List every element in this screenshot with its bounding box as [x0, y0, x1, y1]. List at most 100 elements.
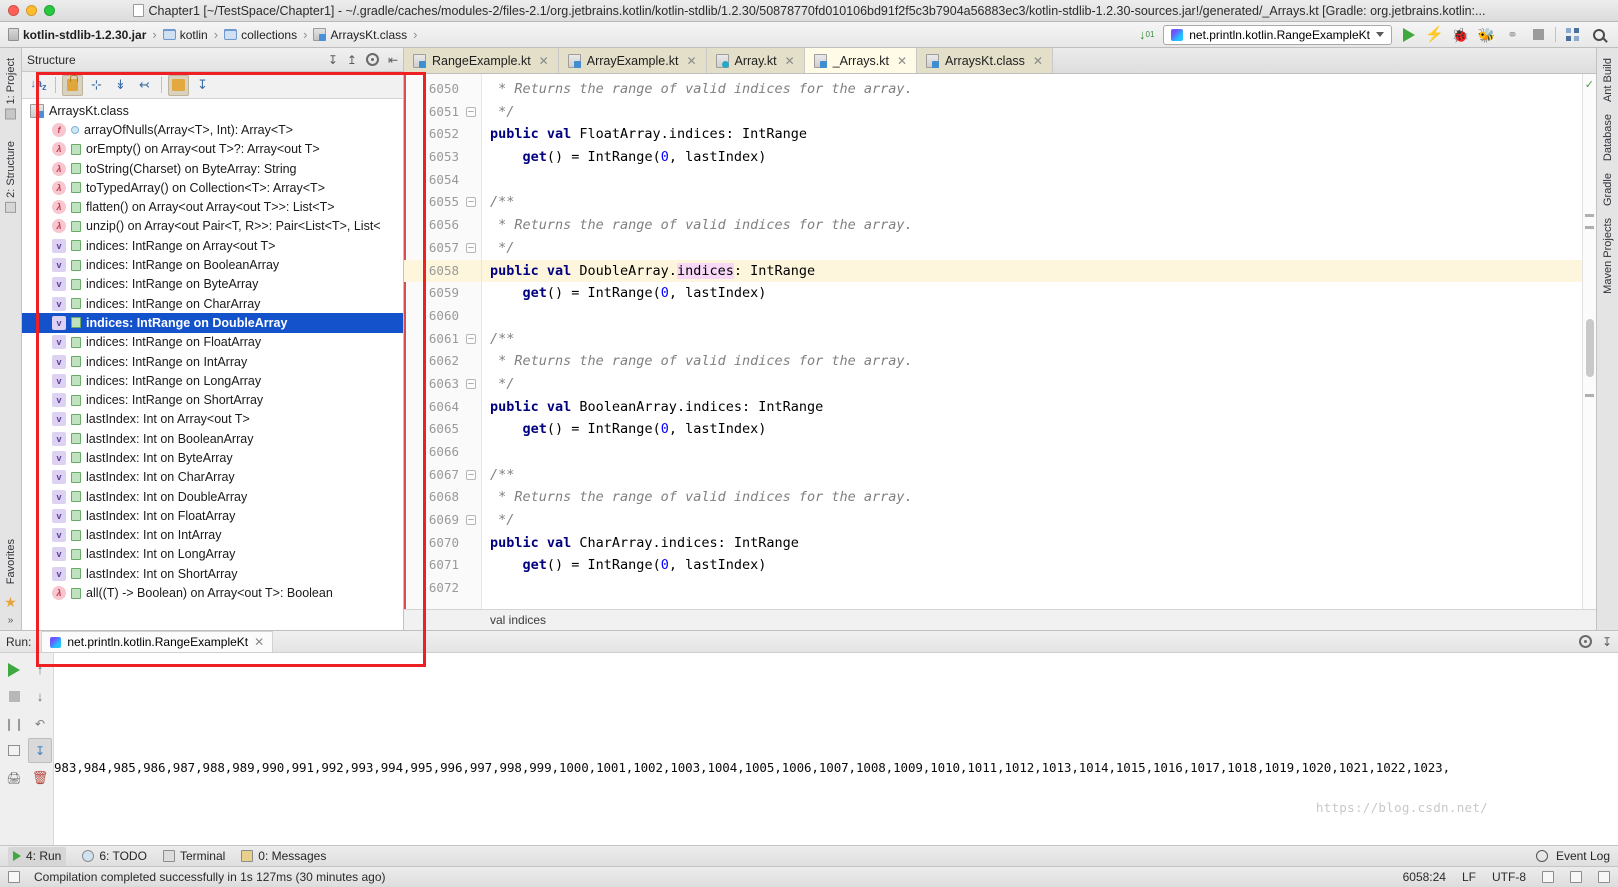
breadcrumb-item-class[interactable]: ArraysKt.class: [311, 28, 409, 42]
editor-scrollbar-thumb[interactable]: [1586, 319, 1594, 377]
structure-tree-item[interactable]: v indices: IntRange on FloatArray: [22, 333, 403, 352]
structure-tree-item[interactable]: λ all((T) -> Boolean) on Array<out T>: Bo…: [22, 583, 403, 602]
line-number[interactable]: 6054: [404, 169, 481, 192]
structure-tree-item[interactable]: λ orEmpty() on Array<out T>?: Array<out T…: [22, 140, 403, 159]
structure-tree-item[interactable]: v lastIndex: Int on FloatArray: [22, 506, 403, 525]
line-number[interactable]: 6066: [404, 441, 481, 464]
toggle-console-button[interactable]: [2, 738, 26, 763]
hide-panel-icon[interactable]: ⇤: [388, 53, 398, 67]
structure-tree-item[interactable]: v indices: IntRange on LongArray: [22, 371, 403, 390]
sidebar-item-ant-build[interactable]: Ant Build: [1599, 52, 1617, 108]
line-number[interactable]: 6059: [404, 282, 481, 305]
editor-tab[interactable]: ArraysKt.class ✕: [917, 48, 1053, 73]
star-icon[interactable]: ★: [4, 594, 17, 611]
code-line[interactable]: */: [482, 237, 1582, 260]
window-controls[interactable]: [8, 5, 55, 16]
scroll-up-button[interactable]: ↑: [28, 657, 52, 682]
structure-tree-item[interactable]: v indices: IntRange on IntArray: [22, 352, 403, 371]
sidebar-item-maven-projects[interactable]: Maven Projects: [1599, 212, 1617, 300]
tool-button-messages[interactable]: 0: Messages: [241, 849, 326, 863]
structure-tree-item[interactable]: λ flatten() on Array<out Array<out T>>: L…: [22, 197, 403, 216]
sort-alphabetically-button[interactable]: ↓az: [28, 75, 49, 96]
debug-coverage-button[interactable]: 🐝: [1477, 25, 1496, 44]
code-line[interactable]: [482, 441, 1582, 464]
tool-button-todo[interactable]: 6: TODO: [82, 849, 147, 863]
line-number[interactable]: 6052: [404, 123, 481, 146]
structure-tree-item-selected[interactable]: v indices: IntRange on DoubleArray: [22, 313, 403, 333]
sidebar-item-favorites[interactable]: Favorites: [2, 533, 20, 590]
line-number-gutter[interactable]: 6050 6051–6052 6053 6054 6055–6056 6057–6058 6…: [404, 74, 482, 609]
tool-button-run[interactable]: 4: Run: [8, 846, 67, 866]
breadcrumb-item-kotlin[interactable]: kotlin: [161, 28, 210, 42]
structure-tree-item[interactable]: λ toTypedArray() on Collection<T>: Array<…: [22, 178, 403, 197]
code-line[interactable]: */: [482, 509, 1582, 532]
sidebar-item-structure[interactable]: 2: Structure: [2, 135, 20, 219]
line-number[interactable]: 6072: [404, 577, 481, 600]
editor-tab[interactable]: _Arrays.kt ✕: [804, 48, 918, 73]
close-icon[interactable]: ✕: [539, 54, 549, 68]
structure-tree-root[interactable]: ArraysKt.class: [22, 101, 403, 120]
settings-grid-button[interactable]: [1563, 25, 1582, 44]
scroll-down-button[interactable]: ↓: [28, 684, 52, 709]
line-number[interactable]: 6051–: [404, 101, 481, 124]
structure-tree-item[interactable]: λ toString(Charset) on ByteArray: String: [22, 159, 403, 178]
structure-tree-item[interactable]: v indices: IntRange on ShortArray: [22, 390, 403, 409]
line-number[interactable]: 6060: [404, 305, 481, 328]
structure-tree-item[interactable]: v lastIndex: Int on DoubleArray: [22, 487, 403, 506]
editor-tab[interactable]: Array.kt ✕: [706, 48, 805, 73]
run-button[interactable]: [1399, 25, 1418, 44]
zoom-window-button[interactable]: [44, 5, 55, 16]
inspection-icon[interactable]: [1570, 871, 1582, 883]
code-line[interactable]: public val DoubleArray.indices: IntRange: [482, 259, 1582, 283]
settings-gear-icon[interactable]: [365, 53, 379, 66]
line-number[interactable]: 6058: [404, 259, 481, 283]
structure-tree-item[interactable]: v lastIndex: Int on ByteArray: [22, 448, 403, 467]
run-console-output[interactable]: 983,984,985,986,987,988,989,990,991,992,…: [54, 653, 1618, 845]
minimize-window-button[interactable]: [26, 5, 37, 16]
sort-numeric-icon[interactable]: ↓ 01: [1137, 25, 1156, 44]
sidebar-item-database[interactable]: Database: [1599, 108, 1617, 167]
line-number[interactable]: 6065: [404, 418, 481, 441]
hide-window-icon[interactable]: ↧: [1602, 635, 1612, 649]
close-icon[interactable]: ✕: [785, 54, 795, 68]
structure-tree-item[interactable]: v lastIndex: Int on IntArray: [22, 526, 403, 545]
code-fold-icon[interactable]: –: [466, 469, 476, 480]
clear-all-button[interactable]: 🗑: [28, 765, 52, 790]
code-fold-icon[interactable]: –: [466, 106, 476, 117]
show-inherited-button[interactable]: ⊹: [86, 75, 107, 96]
console-settings-icon[interactable]: [1578, 635, 1592, 648]
print-button[interactable]: 🖨: [2, 765, 26, 790]
breadcrumb-item-collections[interactable]: collections: [222, 28, 299, 42]
expand-all-icon[interactable]: ↧: [328, 53, 338, 67]
autoscroll-from-source-button[interactable]: ↧: [192, 75, 213, 96]
error-stripe-marker-panel[interactable]: ✓: [1582, 74, 1596, 609]
code-line[interactable]: * Returns the range of valid indices for…: [482, 350, 1582, 373]
code-line[interactable]: [482, 577, 1582, 600]
structure-tree-item[interactable]: v lastIndex: Int on LongArray: [22, 545, 403, 564]
line-number[interactable]: 6068: [404, 486, 481, 509]
code-fold-icon[interactable]: –: [466, 333, 476, 344]
code-line[interactable]: public val BooleanArray.indices: IntRang…: [482, 396, 1582, 419]
structure-tree-item[interactable]: f arrayOfNulls(Array<T>, Int): Array<T>: [22, 120, 403, 139]
stop-button[interactable]: [2, 684, 26, 709]
code-line[interactable]: * Returns the range of valid indices for…: [482, 214, 1582, 237]
line-number[interactable]: 6069–: [404, 509, 481, 532]
code-line[interactable]: public val FloatArray.indices: IntRange: [482, 123, 1582, 146]
stop-button[interactable]: [1529, 25, 1548, 44]
code-line[interactable]: get() = IntRange(0, lastIndex): [482, 282, 1582, 305]
event-log-label[interactable]: Event Log: [1556, 849, 1610, 863]
line-number[interactable]: 6057–: [404, 237, 481, 260]
run-with-bolt-button[interactable]: ⚡: [1425, 25, 1444, 44]
structure-tree-item[interactable]: v indices: IntRange on CharArray: [22, 294, 403, 313]
show-non-public-button[interactable]: [62, 74, 83, 96]
code-fold-icon[interactable]: –: [466, 197, 476, 208]
debug-button[interactable]: 🐞: [1451, 25, 1470, 44]
caret-position[interactable]: 6058:24: [1403, 870, 1446, 884]
structure-tree-item[interactable]: v indices: IntRange on BooleanArray: [22, 255, 403, 274]
code-line[interactable]: get() = IntRange(0, lastIndex): [482, 554, 1582, 577]
close-icon[interactable]: ✕: [254, 635, 264, 649]
rerun-button[interactable]: [2, 657, 26, 682]
structure-tree-item[interactable]: λ unzip() on Array<out Pair<T, R>>: Pair<…: [22, 217, 403, 236]
code-line[interactable]: /**: [482, 191, 1582, 214]
line-number[interactable]: 6071: [404, 554, 481, 577]
